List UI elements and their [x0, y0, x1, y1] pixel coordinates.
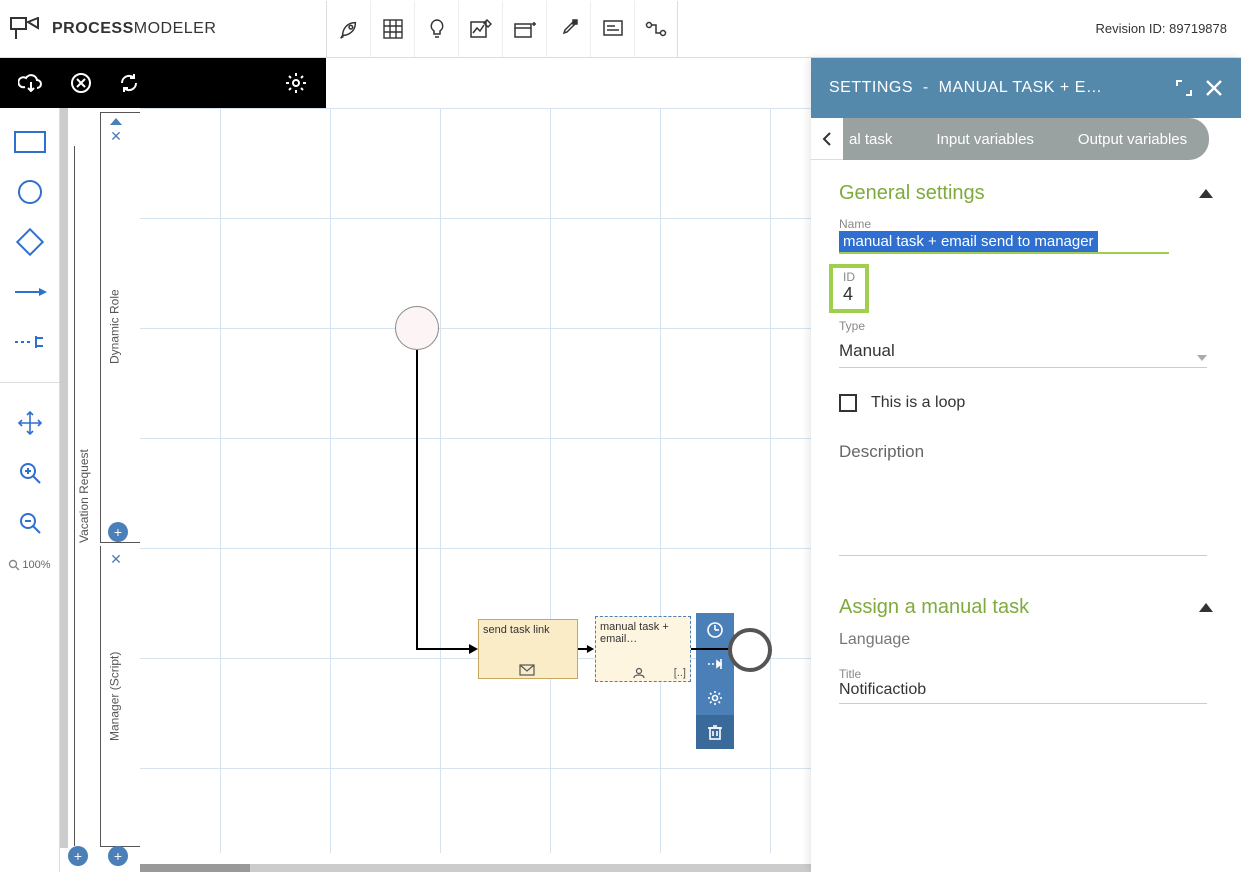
pal-event-icon[interactable]	[13, 178, 47, 206]
id-value: 4	[843, 284, 855, 305]
pool-add-icon[interactable]: +	[68, 846, 88, 866]
app-logo-icon	[10, 17, 40, 41]
lane-add-icon[interactable]: +	[108, 846, 128, 866]
close-icon[interactable]	[1205, 79, 1223, 97]
dark-toolbar	[0, 58, 326, 108]
tab-input-variables[interactable]: Input variables	[914, 118, 1056, 160]
user-icon	[632, 667, 646, 679]
settings-header: SETTINGS - MANUAL TASK + E…	[811, 58, 1241, 118]
loop-checkbox-row: This is a loop	[839, 394, 1213, 412]
grid-icon[interactable]	[370, 1, 414, 57]
lane-add-icon[interactable]: +	[108, 522, 128, 542]
canvas-viewport: Vacation Request Dynamic Role ✕ + Manage…	[60, 108, 811, 872]
lane-delete-icon[interactable]: ✕	[110, 552, 122, 566]
pal-link-icon[interactable]	[13, 328, 47, 356]
chevron-down-icon	[1197, 355, 1207, 361]
chevron-up-icon[interactable]	[1199, 603, 1213, 612]
label-description: Description	[839, 442, 1213, 462]
label-id: ID	[843, 270, 855, 284]
lane-manager[interactable]: Manager (Script)	[100, 546, 128, 846]
logo-area: PROCESSMODELER	[0, 17, 326, 41]
node-delete-icon[interactable]	[696, 715, 734, 749]
rocket-icon[interactable]	[326, 1, 370, 57]
revision-id: Revision ID: 89719878	[1095, 21, 1241, 36]
top-toolbar	[326, 0, 678, 57]
start-event[interactable]	[395, 306, 439, 350]
cloud-save-icon[interactable]	[18, 72, 44, 94]
section-general-settings[interactable]: General settings	[839, 182, 1213, 205]
refresh-icon[interactable]	[118, 72, 140, 94]
loop-checkbox[interactable]	[839, 394, 857, 412]
cancel-circle-icon[interactable]	[70, 72, 92, 94]
tab-output-variables[interactable]: Output variables	[1056, 118, 1209, 160]
multi-instance-marker: [..]	[674, 667, 686, 679]
settings-gear-icon[interactable]	[284, 71, 308, 95]
id-highlight-box: ID 4	[829, 264, 869, 313]
diagram-canvas[interactable]: send task link manual task + email… [..]	[140, 108, 811, 853]
type-select[interactable]: Manual	[839, 341, 1207, 368]
pal-flow-icon[interactable]	[13, 278, 47, 306]
tabs-scroll-left-icon[interactable]	[811, 118, 843, 160]
node-toolbar	[696, 613, 734, 749]
form-icon[interactable]	[590, 1, 634, 57]
lane-collapse-icon[interactable]	[110, 118, 122, 125]
lane2-controls: ✕	[106, 552, 126, 566]
eyedropper-icon[interactable]	[546, 1, 590, 57]
task-send-link[interactable]: send task link	[478, 619, 578, 679]
task-label: send task link	[483, 624, 573, 636]
mail-icon	[519, 664, 535, 676]
label-name: Name	[839, 217, 1213, 231]
section-assign-task[interactable]: Assign a manual task	[839, 596, 1213, 619]
task-label: manual task + email…	[600, 621, 686, 645]
settings-title: SETTINGS - MANUAL TASK + E…	[829, 79, 1102, 97]
lightbulb-icon[interactable]	[414, 1, 458, 57]
zoom-in-icon[interactable]	[13, 459, 47, 487]
label-title: Title	[839, 667, 1207, 681]
end-event[interactable]	[728, 628, 772, 672]
node-settings-icon[interactable]	[696, 681, 734, 715]
pal-move-icon[interactable]	[13, 409, 47, 437]
type-value: Manual	[839, 341, 895, 361]
pool-label[interactable]: Vacation Request	[74, 146, 94, 846]
expand-icon[interactable]	[1175, 79, 1193, 97]
title-input[interactable]: Title Notificactiob	[839, 667, 1207, 704]
task-manual-email[interactable]: manual task + email… [..]	[595, 616, 691, 682]
settings-tabs: al task Input variables Output variables	[811, 118, 1241, 160]
description-textarea[interactable]	[839, 466, 1207, 556]
title-value: Notificactiob	[839, 681, 1207, 699]
loop-label: This is a loop	[871, 394, 965, 412]
top-header: PROCESSMODELER Revision ID: 89719878	[0, 0, 1241, 58]
vertical-scrollbar[interactable]	[60, 108, 68, 848]
horizontal-scrollbar[interactable]	[140, 864, 811, 872]
settings-body: General settings Name manual task + emai…	[811, 160, 1241, 872]
settings-panel: SETTINGS - MANUAL TASK + E… al task Inpu…	[811, 58, 1241, 872]
zoom-out-icon[interactable]	[13, 509, 47, 537]
label-language: Language	[839, 631, 1213, 649]
chart-edit-icon[interactable]	[458, 1, 502, 57]
shape-palette: 100%	[0, 108, 60, 872]
lane-dynamic-role[interactable]: Dynamic Role	[100, 112, 128, 542]
chevron-up-icon[interactable]	[1199, 189, 1213, 198]
pal-gateway-icon[interactable]	[13, 228, 47, 256]
pal-task-icon[interactable]	[13, 128, 47, 156]
lane1-controls: ✕	[106, 118, 126, 143]
connector-icon[interactable]	[634, 1, 678, 57]
lane-delete-icon[interactable]: ✕	[110, 129, 122, 143]
zoom-level: 100%	[8, 559, 50, 571]
label-type: Type	[839, 319, 1213, 333]
tab-manual-task[interactable]: al task	[843, 118, 914, 160]
window-add-icon[interactable]	[502, 1, 546, 57]
name-input[interactable]: manual task + email send to manager	[839, 231, 1098, 254]
app-title: PROCESSMODELER	[52, 20, 216, 38]
